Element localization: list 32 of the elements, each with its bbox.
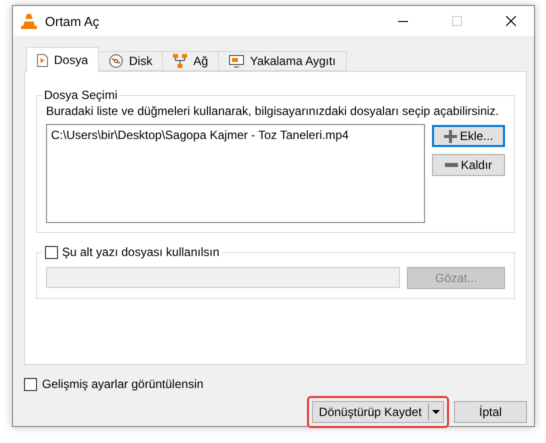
checkbox-label: Gelişmiş ayarlar görüntülensin: [42, 377, 204, 391]
description-text: Buradaki liste ve düğmeleri kullanarak, bilgisayarınızdaki dosyaları seçip açabilirsiniz.: [46, 104, 500, 118]
window-title: Ortam Aç: [45, 14, 100, 28]
network-icon: [173, 54, 188, 68]
convert-save-button[interactable]: Dönüştürüp Kaydet: [312, 401, 444, 423]
document-icon: [37, 54, 48, 66]
maximize-icon: [452, 16, 462, 26]
file-list-item[interactable]: C:\Users\bir\Desktop\Sagopa Kajmer - Toz Taneleri.mp4: [51, 128, 420, 142]
monitor-icon: [229, 54, 244, 68]
tab-label: Dosya: [54, 53, 88, 67]
file-list[interactable]: C:\Users\bir\Desktop\Sagopa Kajmer - Toz Taneleri.mp4: [46, 124, 425, 223]
tab[interactable]: Dosya: [26, 47, 100, 72]
tab-label: Yakalama Aygıtı: [250, 54, 336, 68]
plus-icon: [444, 130, 457, 142]
tab[interactable]: Ağ: [162, 51, 220, 71]
traffic-cone-icon: [21, 13, 37, 29]
add-button[interactable]: Ekle...: [432, 125, 505, 147]
tab[interactable]: Yakalama Aygıtı: [218, 51, 347, 71]
checkbox[interactable]: [24, 378, 37, 390]
tab[interactable]: Disk: [98, 51, 164, 71]
tab-label: Ağ: [193, 54, 208, 68]
minus-icon: [444, 163, 458, 167]
checkbox-label: Şu alt yazı dosyası kullanılsın: [62, 245, 220, 259]
group-title: Dosya Seçimi: [43, 88, 118, 102]
disc-icon: [109, 54, 124, 68]
checkbox[interactable]: [45, 246, 58, 258]
tab-label: Disk: [129, 54, 152, 68]
caret-icon: [432, 410, 440, 414]
cancel-button[interactable]: İptal: [454, 401, 527, 423]
minimize-icon: [398, 20, 408, 22]
remove-button[interactable]: Kaldır: [432, 154, 505, 176]
close-icon: [506, 16, 516, 26]
